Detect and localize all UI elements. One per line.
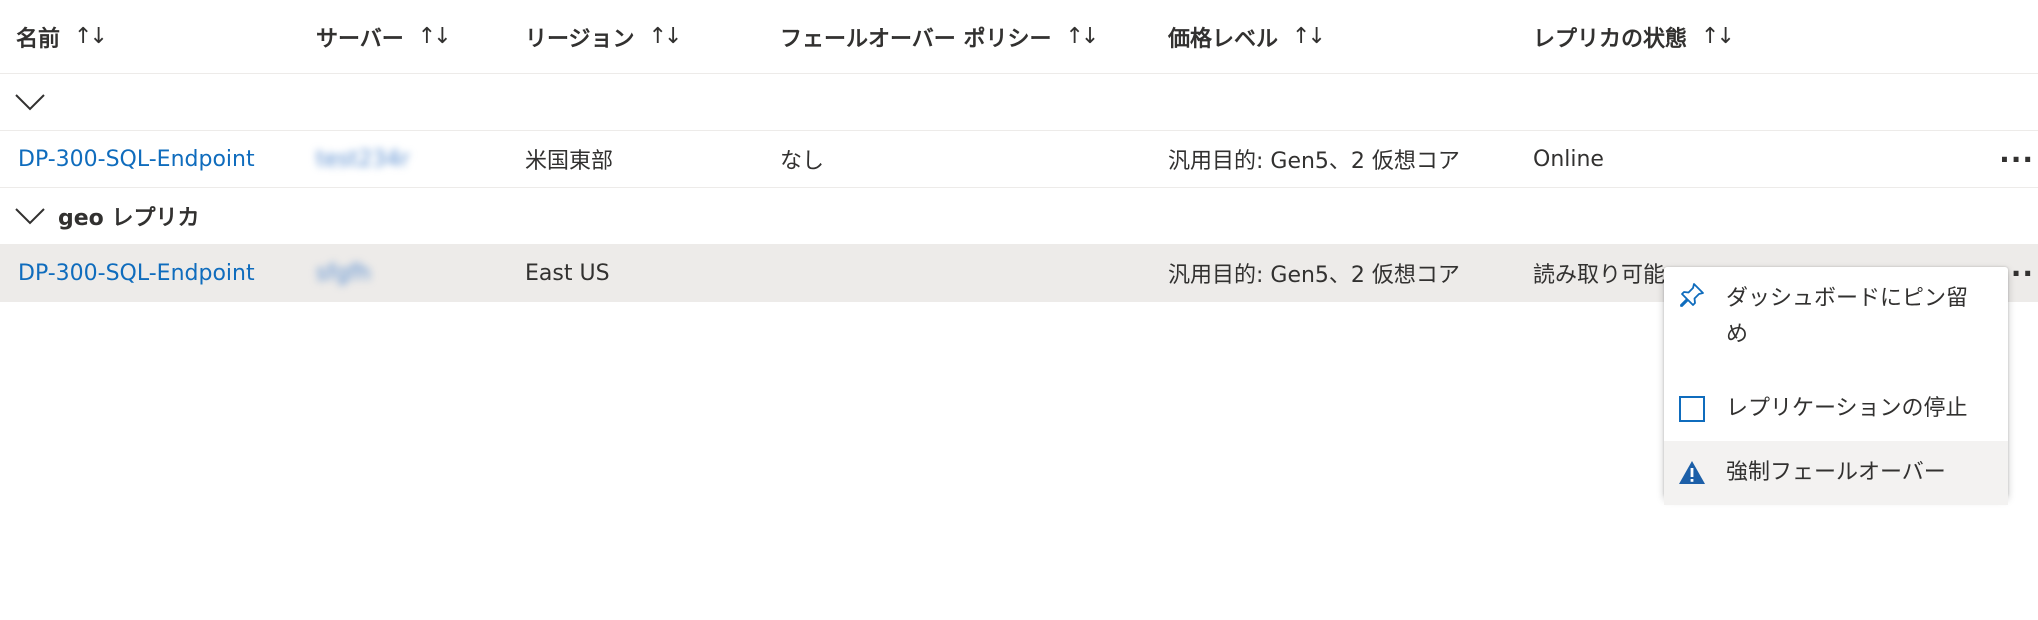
menu-item-label-line1: ダッシュボードにピン留 xyxy=(1726,286,1969,311)
column-header-region[interactable]: リージョン ↑↓ xyxy=(525,0,683,73)
column-header-pricing-tier[interactable]: 価格レベル ↑↓ xyxy=(1168,0,1326,73)
replicas-grid: 名前 ↑↓ サーバー ↑↓ リージョン ↑↓ フェールオーバー ポリシー ↑↓ … xyxy=(0,0,2038,302)
column-header-label: 名前 xyxy=(16,26,61,52)
server-name[interactable]: test234r xyxy=(316,131,409,187)
column-header-failover-policy[interactable]: フェールオーバー ポリシー ↑↓ xyxy=(780,0,1099,73)
grid-header: 名前 ↑↓ サーバー ↑↓ リージョン ↑↓ フェールオーバー ポリシー ↑↓ … xyxy=(0,0,2038,74)
menu-item-forced-failover[interactable]: 強制フェールオーバー xyxy=(1664,441,2008,505)
column-header-label: サーバー xyxy=(316,26,404,52)
sort-icon[interactable]: ↑↓ xyxy=(1292,24,1326,49)
server-name[interactable]: sfgfh xyxy=(316,245,371,301)
replica-state-value: 読み取り可能 xyxy=(1533,263,1666,288)
menu-item-label-line2: め xyxy=(1726,322,1749,347)
column-header-label: レプリカの状態 xyxy=(1533,26,1688,52)
warning-icon xyxy=(1678,459,1706,487)
more-actions-button[interactable]: ··· xyxy=(1999,131,2034,187)
menu-item-pin-to-dashboard[interactable]: ダッシュボードにピン留 め xyxy=(1664,277,2008,377)
column-header-name[interactable]: 名前 ↑↓ xyxy=(16,0,108,73)
stop-square-icon xyxy=(1678,395,1706,423)
menu-item-label: ダッシュボードにピン留 め xyxy=(1726,281,1968,353)
chevron-down-icon[interactable] xyxy=(14,206,46,226)
group-header-geo-replica[interactable]: geo レプリカ xyxy=(0,188,2038,245)
sort-icon[interactable]: ↑↓ xyxy=(1065,24,1099,49)
database-name-link[interactable]: DP-300-SQL-Endpoint xyxy=(18,131,255,187)
database-name-link[interactable]: DP-300-SQL-Endpoint xyxy=(18,245,255,301)
column-header-server[interactable]: サーバー ↑↓ xyxy=(316,0,452,73)
sort-icon[interactable]: ↑↓ xyxy=(418,24,452,49)
failover-policy-value: なし xyxy=(780,149,825,174)
column-header-label: フェールオーバー ポリシー xyxy=(780,26,1052,52)
region-value: 米国東部 xyxy=(525,149,614,174)
column-header-label: 価格レベル xyxy=(1168,26,1279,52)
pin-icon xyxy=(1678,281,1706,309)
group-label: geo レプリカ xyxy=(58,206,200,231)
replica-state-value: Online xyxy=(1533,146,1604,172)
pricing-tier-value: 汎用目的: Gen5、2 仮想コア xyxy=(1168,263,1460,288)
region-value: East US xyxy=(525,260,610,286)
sort-icon[interactable]: ↑↓ xyxy=(74,24,108,49)
sort-icon[interactable]: ↑↓ xyxy=(1701,24,1735,49)
column-header-replica-state[interactable]: レプリカの状態 ↑↓ xyxy=(1533,0,1735,73)
menu-item-label: 強制フェールオーバー xyxy=(1726,460,1946,485)
column-header-label: リージョン xyxy=(525,26,635,52)
menu-item-label: レプリケーションの停止 xyxy=(1726,396,1968,421)
chevron-down-icon[interactable] xyxy=(14,92,46,112)
group-header-primary[interactable] xyxy=(0,74,2038,131)
sort-icon[interactable]: ↑↓ xyxy=(649,24,683,49)
menu-item-stop-replication[interactable]: レプリケーションの停止 xyxy=(1664,377,2008,441)
row-context-menu: ダッシュボードにピン留 め レプリケーションの停止 強制フェールオーバー xyxy=(1664,267,2008,505)
table-row[interactable]: DP-300-SQL-Endpoint test234r 米国東部 なし 汎用目… xyxy=(0,131,2038,188)
pricing-tier-value: 汎用目的: Gen5、2 仮想コア xyxy=(1168,149,1460,174)
